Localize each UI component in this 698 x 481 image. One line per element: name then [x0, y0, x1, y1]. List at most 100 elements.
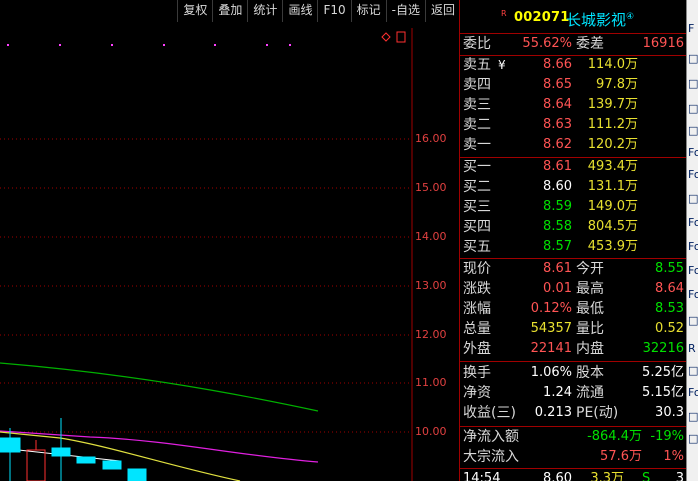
side-tab[interactable]: □ — [688, 190, 698, 208]
ask-price: 8.62 — [543, 137, 572, 152]
ask-label: 卖五 — [463, 57, 491, 73]
bid-label: 买四 — [463, 219, 491, 235]
ask-row[interactable]: 卖一 8.62 120.2万 — [460, 135, 686, 155]
y-tick-label: 10.00 — [415, 425, 447, 438]
side-tab[interactable]: □ — [688, 75, 698, 93]
remove-watchlist-button[interactable]: -自选 — [385, 0, 425, 22]
stat-row: 现价 8.61 今开 8.55 — [460, 259, 686, 279]
chart-toolbar: 复权 叠加 统计 画线 F10 标记 -自选 返回 — [0, 0, 460, 28]
yen-flag: ¥ — [498, 58, 506, 72]
bid-row[interactable]: 买四 8.58 804.5万 — [460, 217, 686, 237]
fuquan-button[interactable]: 复权 — [177, 0, 212, 22]
fin-row: 换手 1.06% 股本 5.25亿 — [460, 363, 686, 383]
weibi-row: 委比 55.62% 委差 16916 — [460, 34, 686, 54]
change-label: 涨跌 — [463, 281, 491, 297]
bid-label: 买一 — [463, 159, 491, 175]
ask-volume: 111.2万 — [587, 117, 638, 132]
side-tab[interactable]: Fo — [688, 262, 698, 280]
low-label: 最低 — [576, 301, 604, 317]
side-tab[interactable]: □ — [688, 100, 698, 118]
high-label: 最高 — [576, 281, 604, 297]
share-capital-value: 5.25亿 — [642, 365, 684, 380]
open-value: 8.55 — [655, 261, 684, 276]
y-tick-label: 16.00 — [415, 132, 447, 145]
stock-name[interactable]: 长城影视④ — [566, 9, 634, 30]
side-tab[interactable]: □ — [688, 430, 698, 448]
block-inflow-pct: 1% — [663, 449, 684, 464]
ask-price: 8.65 — [543, 77, 572, 92]
side-tab[interactable]: □ — [688, 362, 698, 380]
volume-value: 54357 — [530, 321, 572, 336]
side-tab[interactable]: Fo — [688, 384, 698, 402]
bid-volume: 804.5万 — [587, 219, 638, 234]
side-tab[interactable]: Fo — [688, 144, 698, 162]
marker-dot — [59, 44, 61, 46]
tick-row: 14:54 8.60 3.3万 S 3 — [460, 469, 686, 481]
bid-price: 8.57 — [543, 239, 572, 254]
volume-ratio-label: 量比 — [576, 321, 604, 337]
marker-dot — [111, 44, 113, 46]
bid-volume: 131.1万 — [587, 179, 638, 194]
ask-volume: 114.0万 — [587, 57, 638, 72]
kline-svg — [0, 28, 413, 481]
marker-dot — [266, 44, 268, 46]
side-tab[interactable]: Fo — [688, 238, 698, 256]
ask-volume: 139.7万 — [587, 97, 638, 112]
diamond-icon[interactable] — [381, 32, 391, 42]
ask-row[interactable]: 卖二 8.63 111.2万 — [460, 115, 686, 135]
turnover-label: 换手 — [463, 365, 491, 381]
side-tab[interactable]: □ — [688, 312, 698, 330]
ma-line-green — [0, 362, 319, 412]
flow-row: 净流入额 -864.4万 -19% — [460, 427, 686, 447]
eps-label: 收益(三) — [463, 405, 516, 421]
inner-disc-label: 内盘 — [576, 341, 604, 357]
side-tab[interactable]: F — [688, 20, 698, 38]
current-price-label: 现价 — [463, 261, 491, 277]
mark-button[interactable]: 标记 — [350, 0, 386, 22]
bid-price: 8.59 — [543, 199, 572, 214]
ask-volume: 120.2万 — [587, 137, 638, 152]
y-tick-label: 12.00 — [415, 328, 447, 341]
stock-code[interactable]: 002071 — [514, 10, 569, 25]
bid-volume: 149.0万 — [587, 199, 638, 214]
share-capital-label: 股本 — [576, 365, 604, 381]
bid-price: 8.60 — [543, 179, 572, 194]
marker-dot — [289, 44, 291, 46]
ask-row[interactable]: 卖四 8.65 97.8万 — [460, 75, 686, 95]
draw-line-button[interactable]: 画线 — [282, 0, 317, 22]
bid-label: 买三 — [463, 199, 491, 215]
volume-label: 总量 — [463, 321, 491, 337]
side-tab[interactable]: R — [688, 340, 698, 358]
circle-mark: ④ — [626, 12, 635, 22]
ask-row[interactable]: 卖三 8.64 139.7万 — [460, 95, 686, 115]
stock-name-text: 长城影视 — [566, 11, 627, 29]
bid-row[interactable]: 买一 8.61 493.4万 — [460, 157, 686, 177]
change-pct-value: 0.12% — [530, 301, 572, 316]
current-price-value: 8.61 — [543, 261, 572, 276]
stock-quote-window: 复权 叠加 统计 画线 F10 标记 -自选 返回 16.00 15.00 14… — [0, 0, 698, 481]
statistics-button[interactable]: 统计 — [247, 0, 282, 22]
price-chart[interactable]: 16.00 15.00 14.00 13.00 12.00 11.00 10.0… — [0, 28, 459, 481]
f10-button[interactable]: F10 — [317, 0, 350, 22]
ma-line-yellow — [0, 431, 241, 481]
ask-row[interactable]: 卖五 ¥ 8.66 114.0万 — [460, 55, 686, 75]
window-icon[interactable] — [396, 31, 406, 43]
side-tab[interactable]: Fo — [688, 214, 698, 232]
stat-row: 总量 54357 量比 0.52 — [460, 319, 686, 339]
side-tab[interactable]: Fo — [688, 286, 698, 304]
overlay-button[interactable]: 叠加 — [212, 0, 247, 22]
change-pct-label: 涨幅 — [463, 301, 491, 317]
net-asset-label: 净资 — [463, 385, 491, 401]
y-tick-label: 13.00 — [415, 279, 447, 292]
side-tab[interactable]: □ — [688, 50, 698, 68]
bid-row[interactable]: 买五 8.57 453.9万 — [460, 237, 686, 257]
bid-row[interactable]: 买三 8.59 149.0万 — [460, 197, 686, 217]
bid-row[interactable]: 买二 8.60 131.1万 — [460, 177, 686, 197]
back-button[interactable]: 返回 — [424, 0, 460, 22]
low-value: 8.53 — [655, 301, 684, 316]
side-tab[interactable]: □ — [688, 122, 698, 140]
side-tab[interactable]: Fo — [688, 166, 698, 184]
bid-label: 买五 — [463, 239, 491, 255]
side-tab[interactable]: □ — [688, 408, 698, 426]
bid-price: 8.61 — [543, 159, 572, 174]
